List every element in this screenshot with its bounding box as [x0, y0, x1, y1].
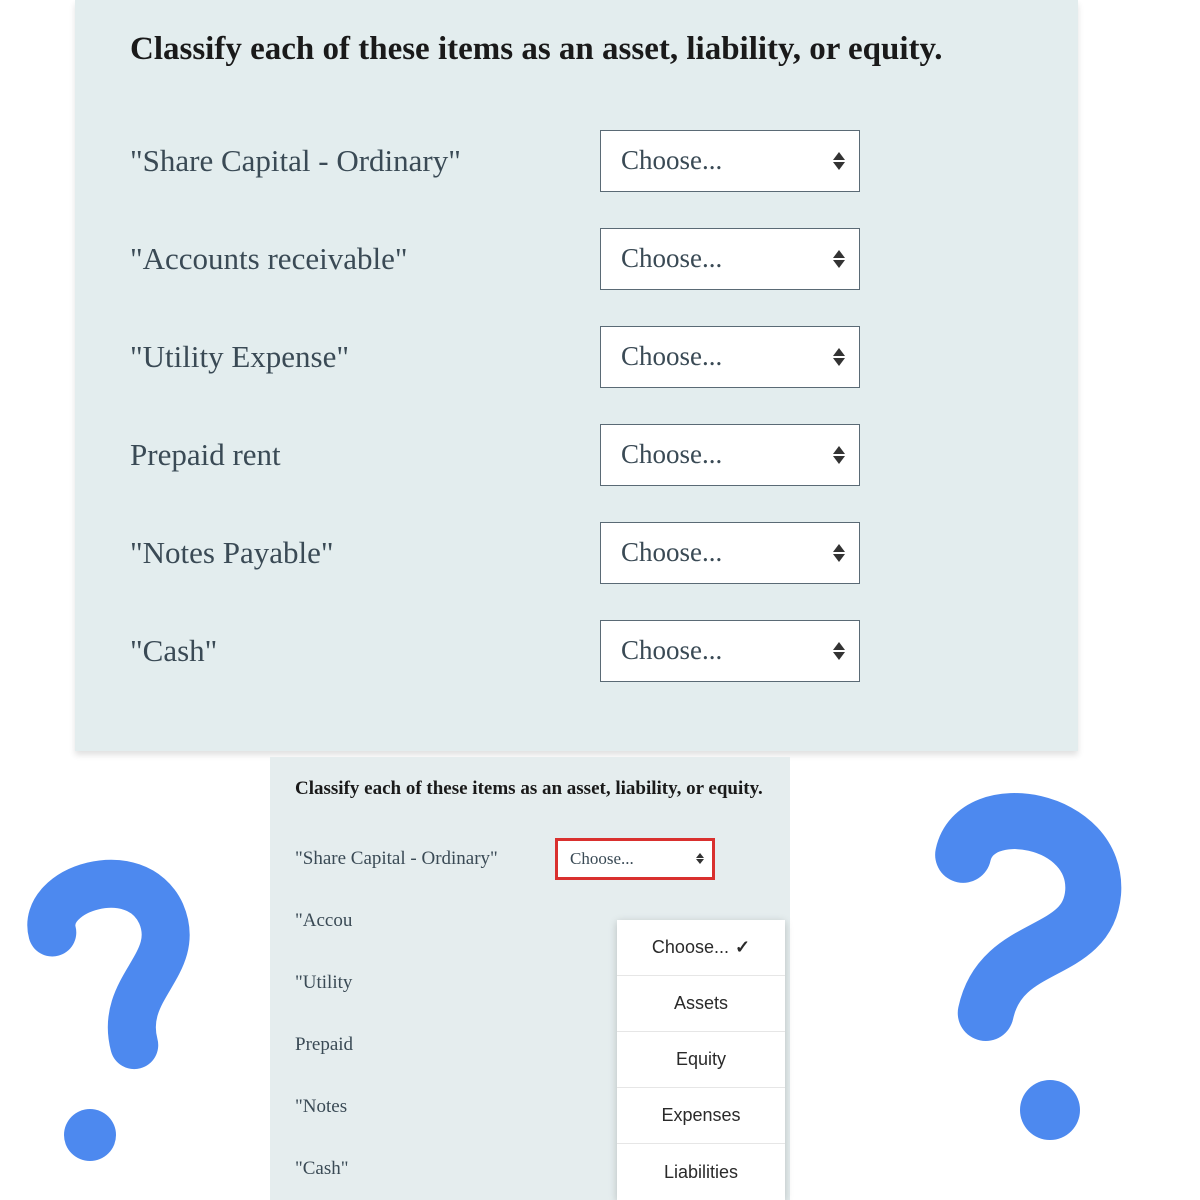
sort-arrows-icon	[833, 250, 845, 268]
dropdown-option-assets[interactable]: Assets	[617, 976, 785, 1032]
question-panel-large: Classify each of these items as an asset…	[75, 0, 1078, 751]
item-label: "Utility	[295, 972, 555, 994]
item-label: "Share Capital - Ordinary"	[130, 143, 600, 179]
dropdown-option-liabilities[interactable]: Liabilities	[617, 1144, 785, 1200]
classification-select[interactable]: Choose...	[600, 424, 860, 486]
select-value: Choose...	[621, 243, 722, 274]
item-label: "Accounts receivable"	[130, 241, 600, 277]
classification-row: "Utility Expense" Choose...	[130, 326, 1023, 388]
option-label: Assets	[674, 993, 728, 1014]
option-label: Choose...	[652, 937, 729, 958]
sort-arrows-icon	[833, 446, 845, 464]
item-label: Prepaid rent	[130, 437, 600, 473]
sort-arrows-icon	[833, 642, 845, 660]
select-value: Choose...	[621, 439, 722, 470]
option-label: Equity	[676, 1049, 726, 1070]
sort-arrows-icon	[696, 853, 704, 864]
question-mark-icon	[870, 790, 1130, 1150]
dropdown-option-equity[interactable]: Equity	[617, 1032, 785, 1088]
option-label: Liabilities	[664, 1162, 738, 1183]
select-value: Choose...	[621, 145, 722, 176]
item-label: "Notes	[295, 1096, 555, 1118]
dropdown-option-choose[interactable]: Choose... ✓	[617, 920, 785, 976]
sort-arrows-icon	[833, 348, 845, 366]
classification-row: "Share Capital - Ordinary" Choose...	[295, 838, 765, 880]
item-label: "Cash"	[295, 1158, 555, 1180]
dropdown-menu: Choose... ✓ Assets Equity Expenses Liabi…	[617, 920, 785, 1200]
item-label: "Utility Expense"	[130, 339, 600, 375]
item-label: "Cash"	[130, 633, 600, 669]
classification-row: Prepaid rent Choose...	[130, 424, 1023, 486]
select-value: Choose...	[570, 849, 634, 869]
select-value: Choose...	[621, 537, 722, 568]
sort-arrows-icon	[833, 152, 845, 170]
option-label: Expenses	[661, 1105, 740, 1126]
sort-arrows-icon	[833, 544, 845, 562]
item-label: "Accou	[295, 910, 555, 932]
classification-row: "Accounts receivable" Choose...	[130, 228, 1023, 290]
item-label: Prepaid	[295, 1034, 555, 1056]
dropdown-option-expenses[interactable]: Expenses	[617, 1088, 785, 1144]
item-label: "Share Capital - Ordinary"	[295, 848, 555, 870]
select-value: Choose...	[621, 635, 722, 666]
classification-select[interactable]: Choose...	[600, 130, 860, 192]
classification-select[interactable]: Choose...	[600, 620, 860, 682]
classification-row: "Cash" Choose...	[130, 620, 1023, 682]
classification-select[interactable]: Choose...	[600, 326, 860, 388]
item-label: "Notes Payable"	[130, 535, 600, 571]
question-title: Classify each of these items as an asset…	[295, 775, 765, 803]
check-icon: ✓	[735, 937, 750, 958]
classification-select[interactable]: Choose...	[600, 228, 860, 290]
classification-row: "Share Capital - Ordinary" Choose...	[130, 130, 1023, 192]
classification-select-active[interactable]: Choose...	[555, 838, 715, 880]
select-value: Choose...	[621, 341, 722, 372]
classification-row: "Notes Payable" Choose...	[130, 522, 1023, 584]
question-mark-icon	[15, 850, 245, 1170]
question-title: Classify each of these items as an asset…	[130, 25, 1023, 75]
classification-select[interactable]: Choose...	[600, 522, 860, 584]
